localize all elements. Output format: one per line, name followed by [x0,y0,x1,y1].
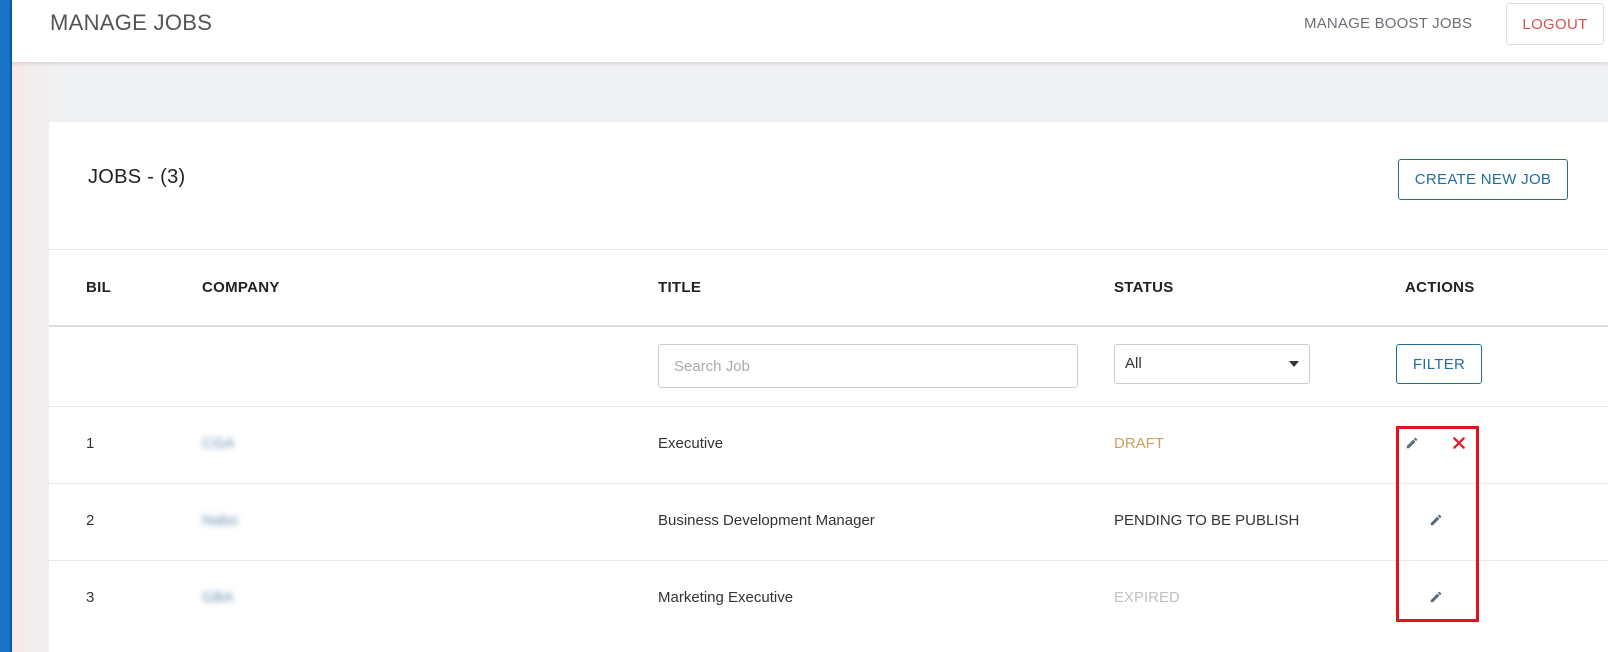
jobs-card: JOBS - (3) CREATE NEW JOB BIL COMPANY TI… [49,122,1608,652]
header-divider [49,249,1608,250]
chevron-down-icon [1289,361,1299,367]
column-header-bil: BIL [86,279,112,296]
table-row: 2 Nabo Business Development Manager PEND… [49,483,1608,561]
column-header-title: TITLE [658,279,702,296]
column-header-actions: ACTIONS [1405,279,1475,296]
left-shadow [12,62,52,652]
logout-button[interactable]: LOGOUT [1506,3,1604,45]
column-header-status: STATUS [1114,279,1174,296]
row-company: Nabo [202,512,238,529]
status-badge: DRAFT [1114,435,1164,452]
row-company: GBA [202,589,234,606]
left-window-edge [0,0,12,652]
filter-button[interactable]: FILTER [1396,344,1482,384]
row-company: CGA [202,435,235,452]
table-row: 1 CGA Executive DRAFT [49,406,1608,484]
row-bil: 2 [86,512,95,529]
row-bil: 3 [86,589,95,606]
column-header-divider [49,325,1608,327]
status-badge: EXPIRED [1114,589,1180,606]
page-title: MANAGE JOBS [50,10,213,35]
status-select-value: All [1125,355,1142,372]
row-bil: 1 [86,435,95,452]
delete-icon[interactable] [1452,436,1466,450]
search-job-input[interactable] [658,344,1078,388]
edit-icon[interactable] [1429,590,1443,604]
create-new-job-button[interactable]: CREATE NEW JOB [1398,159,1568,200]
status-select[interactable]: All [1114,344,1310,384]
table-row: 3 GBA Marketing Executive EXPIRED [49,560,1608,638]
column-header-company: COMPANY [202,279,280,296]
edit-icon[interactable] [1429,513,1443,527]
manage-boost-jobs-link[interactable]: MANAGE BOOST JOBS [1304,15,1472,32]
status-badge: PENDING TO BE PUBLISH [1114,512,1300,529]
row-title: Executive [658,435,724,452]
edit-icon[interactable] [1405,436,1419,450]
jobs-heading: JOBS - (3) [88,166,186,188]
row-title: Business Development Manager [658,512,875,529]
top-bar: MANAGE JOBS MANAGE BOOST JOBS LOGOUT [12,0,1608,62]
row-title: Marketing Executive [658,589,794,606]
